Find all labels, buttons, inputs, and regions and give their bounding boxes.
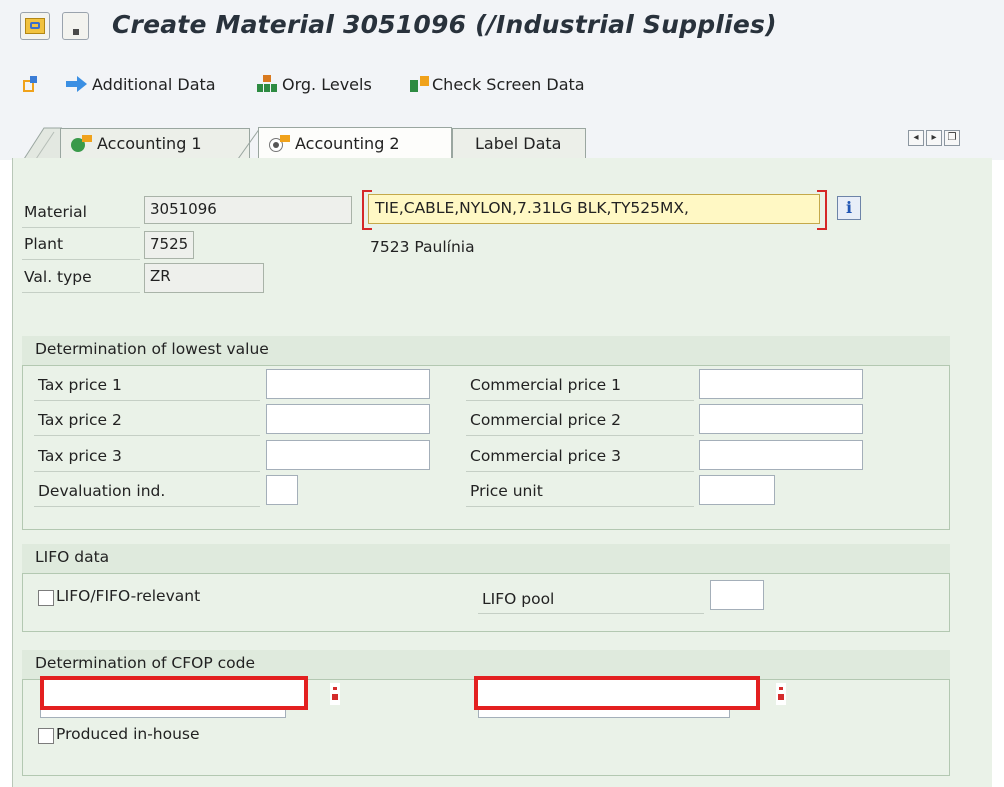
commercial-price-2-label: Commercial price 2 — [470, 411, 621, 429]
window-menu-icon[interactable] — [62, 12, 89, 40]
label-underline — [478, 613, 704, 614]
arrow-right-icon — [66, 76, 88, 92]
price-unit-input[interactable] — [699, 475, 775, 505]
lifo-fifo-relevant-checkbox[interactable] — [38, 590, 54, 606]
label-underline — [466, 400, 694, 401]
commercial-price-3-label: Commercial price 3 — [470, 447, 621, 465]
label-underline — [34, 471, 260, 472]
lifo-pool-input[interactable] — [710, 580, 764, 610]
commercial-price-2-input[interactable] — [699, 404, 863, 434]
label-underline — [34, 435, 260, 436]
info-icon[interactable]: i — [837, 196, 861, 220]
tab-label-data[interactable]: Label Data — [452, 128, 586, 158]
devaluation-ind-input[interactable] — [266, 475, 298, 505]
commercial-price-1-label: Commercial price 1 — [470, 376, 621, 394]
check-complete-icon — [71, 134, 93, 153]
valtype-field[interactable]: ZR — [144, 263, 264, 293]
tab-strip-slant — [23, 127, 62, 160]
plant-field[interactable]: 7525 — [144, 231, 194, 259]
commercial-price-1-input[interactable] — [699, 369, 863, 399]
plant-description: 7523 Paulínia — [370, 238, 475, 256]
org-levels-button[interactable]: Org. Levels — [256, 70, 372, 98]
label-underline — [466, 471, 694, 472]
active-tab-icon — [269, 134, 291, 153]
redacted-marker-right — [776, 683, 786, 705]
system-menu-icon[interactable] — [20, 12, 50, 40]
required-bracket-right — [817, 190, 827, 230]
lifo-pool-label: LIFO pool — [482, 590, 555, 608]
label-underline — [34, 506, 260, 507]
redaction-box-right — [474, 676, 760, 710]
additional-data-icon[interactable] — [22, 70, 40, 98]
label-underline — [22, 292, 140, 293]
org-levels-icon — [256, 75, 278, 93]
redacted-marker-left — [330, 683, 340, 705]
lifo-fifo-relevant-label: LIFO/FIFO-relevant — [56, 587, 201, 605]
label-underline — [22, 259, 140, 260]
tax-price-1-input[interactable] — [266, 369, 430, 399]
additional-data-label: Additional Data — [92, 74, 216, 94]
lowest-value-group-title: Determination of lowest value — [22, 336, 950, 366]
tab-list-icon[interactable]: ❐ — [944, 130, 960, 146]
window-title: Create Material 3051096 (/Industrial Sup… — [112, 10, 777, 39]
tax-price-3-input[interactable] — [266, 440, 430, 470]
org-levels-label: Org. Levels — [282, 74, 372, 94]
tab-accounting-1[interactable]: Accounting 1 — [60, 128, 250, 158]
tab-scroll-left-icon[interactable]: ◂ — [908, 130, 924, 146]
label-underline — [22, 227, 140, 228]
produced-in-house-checkbox[interactable] — [38, 728, 54, 744]
tax-price-2-label: Tax price 2 — [38, 411, 122, 429]
check-screen-data-icon — [410, 75, 430, 93]
check-screen-data-label: Check Screen Data — [432, 74, 585, 94]
tax-price-1-label: Tax price 1 — [38, 376, 122, 394]
lifo-group-title: LIFO data — [22, 544, 950, 574]
tab-label: Accounting 1 — [97, 134, 202, 153]
material-label: Material — [24, 203, 87, 221]
produced-in-house-label: Produced in-house — [56, 725, 200, 743]
label-underline — [466, 435, 694, 436]
price-unit-label: Price unit — [470, 482, 543, 500]
commercial-price-3-input[interactable] — [699, 440, 863, 470]
redaction-box-left — [40, 676, 308, 710]
check-screen-data-button[interactable]: Check Screen Data — [410, 70, 585, 98]
valtype-label: Val. type — [24, 268, 92, 286]
label-underline — [466, 506, 694, 507]
devaluation-ind-label: Devaluation ind. — [38, 482, 166, 500]
tab-label: Accounting 2 — [295, 134, 400, 153]
tab-accounting-2[interactable]: Accounting 2 — [258, 127, 452, 159]
tax-price-2-input[interactable] — [266, 404, 430, 434]
label-underline — [34, 400, 260, 401]
tab-label: Label Data — [475, 134, 562, 153]
tax-price-3-label: Tax price 3 — [38, 447, 122, 465]
additional-data-button[interactable]: Additional Data — [66, 70, 216, 98]
material-description-field[interactable]: TIE,CABLE,NYLON,7.31LG BLK,TY525MX, — [368, 194, 820, 224]
material-field[interactable]: 3051096 — [144, 196, 352, 224]
tab-scroll-right-icon[interactable]: ▸ — [926, 130, 942, 146]
plant-label: Plant — [24, 235, 64, 253]
